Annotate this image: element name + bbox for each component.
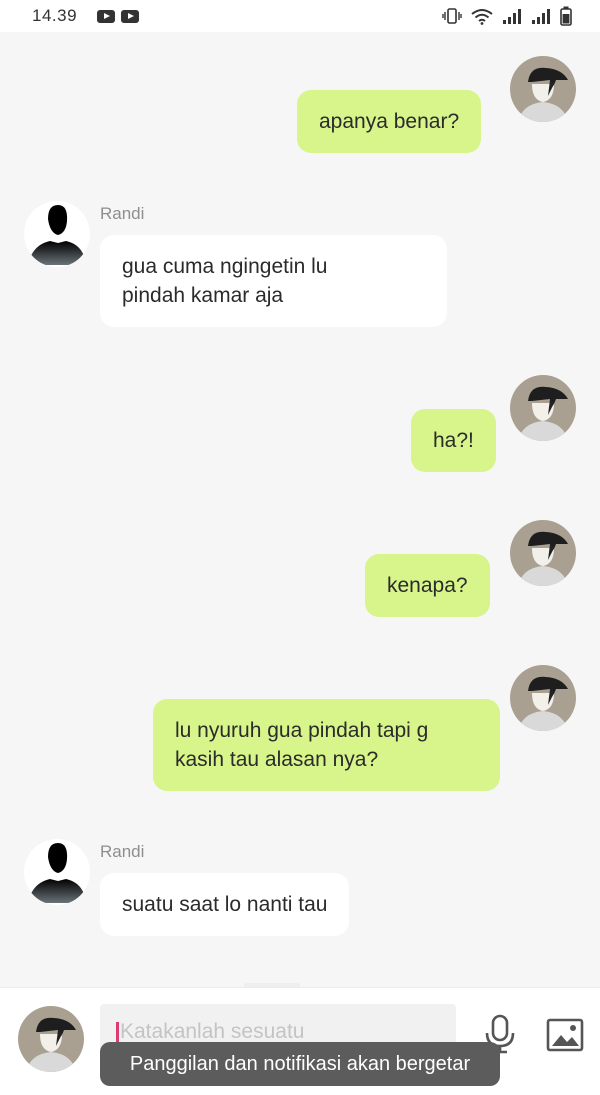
message-bubble-outgoing[interactable]: kenapa? — [365, 554, 490, 617]
message-line: kenapa? — [387, 574, 468, 597]
notification-icons — [97, 9, 140, 23]
message-bubble-outgoing[interactable]: ha?! — [411, 409, 496, 472]
avatar[interactable] — [24, 201, 90, 267]
signal-icon — [503, 9, 521, 24]
message-bubble-incoming[interactable]: suatu saat lo nanti tau — [100, 873, 350, 936]
avatar[interactable] — [510, 56, 576, 122]
signal-icon — [532, 9, 550, 24]
sender-name: Randi — [100, 204, 145, 223]
chat-screen: 14.39 apanya benar? Randi gua cuma nging… — [0, 0, 600, 1095]
clock: 14.39 — [32, 6, 78, 25]
message-line: ha?! — [433, 429, 474, 452]
battery-icon — [560, 6, 572, 26]
image-icon[interactable] — [546, 1018, 584, 1052]
message-input-placeholder: Katakanlah sesuatu — [120, 1020, 305, 1043]
vibrate-icon — [442, 8, 462, 24]
message-line: apanya benar? — [319, 110, 460, 133]
youtube-icon — [121, 9, 140, 23]
message-line: pindah kamar aja — [122, 284, 284, 307]
youtube-icon — [97, 9, 116, 23]
toast-notification: Panggilan dan notifikasi akan bergetar — [100, 1042, 500, 1086]
wifi-icon — [471, 8, 493, 25]
message-bubble-incoming[interactable]: gua cuma ngingetin lu pindah kamar aja — [100, 235, 447, 327]
status-bar: 14.39 — [0, 0, 600, 32]
message-line: suatu saat lo nanti tau — [122, 893, 328, 916]
avatar[interactable] — [510, 665, 576, 731]
avatar[interactable] — [510, 520, 576, 586]
avatar[interactable] — [18, 1006, 84, 1072]
message-bubble-outgoing[interactable]: apanya benar? — [297, 90, 482, 153]
avatar[interactable] — [510, 375, 576, 441]
avatar[interactable] — [24, 839, 90, 905]
message-line: gua cuma ngingetin lu — [122, 255, 328, 278]
sender-name: Randi — [100, 842, 145, 861]
system-icons — [442, 6, 572, 26]
message-line: lu nyuruh gua pindah tapi g — [175, 719, 429, 742]
message-line: kasih tau alasan nya? — [175, 748, 379, 771]
message-bubble-outgoing[interactable]: lu nyuruh gua pindah tapi g kasih tau al… — [153, 699, 500, 791]
